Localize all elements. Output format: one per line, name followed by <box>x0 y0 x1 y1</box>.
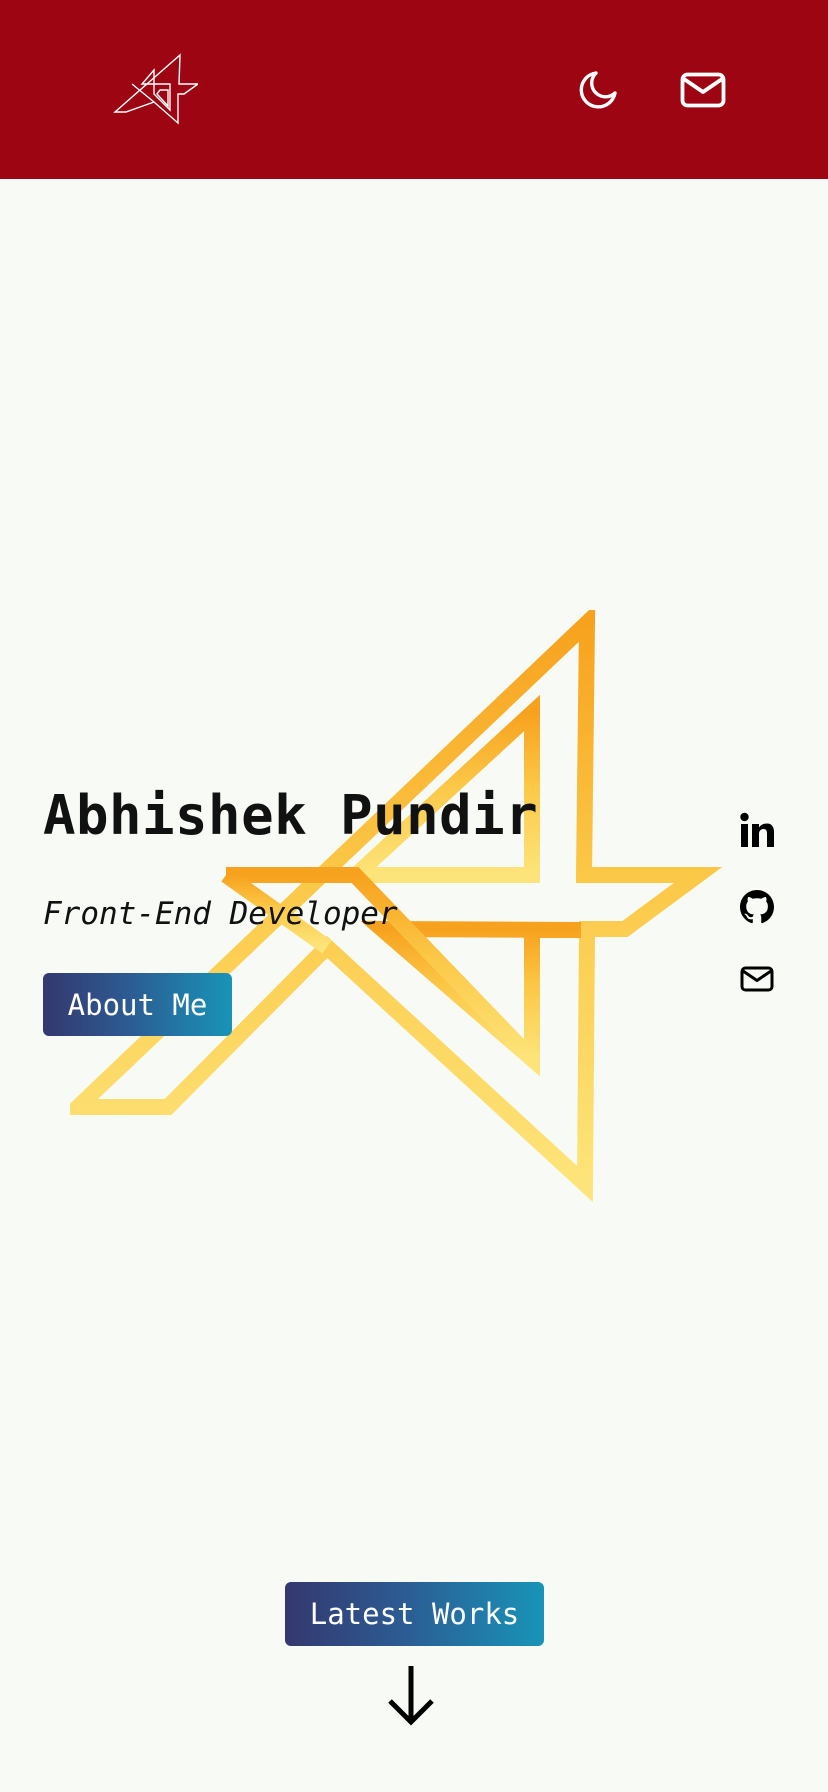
site-header <box>0 0 828 179</box>
arrow-down-icon[interactable] <box>386 1664 436 1726</box>
mail-icon[interactable] <box>680 72 726 108</box>
latest-works-button[interactable]: Latest Works <box>285 1582 544 1646</box>
a-star-logo-icon[interactable] <box>112 50 198 128</box>
hero-role: Front-End Developer <box>43 896 398 932</box>
github-icon[interactable] <box>740 890 774 924</box>
mail-icon[interactable] <box>740 966 774 992</box>
moon-icon[interactable] <box>578 70 618 110</box>
linkedin-icon[interactable] <box>740 812 774 848</box>
about-me-button[interactable]: About Me <box>43 973 232 1036</box>
hero-name: Abhishek Pundir <box>43 784 539 847</box>
